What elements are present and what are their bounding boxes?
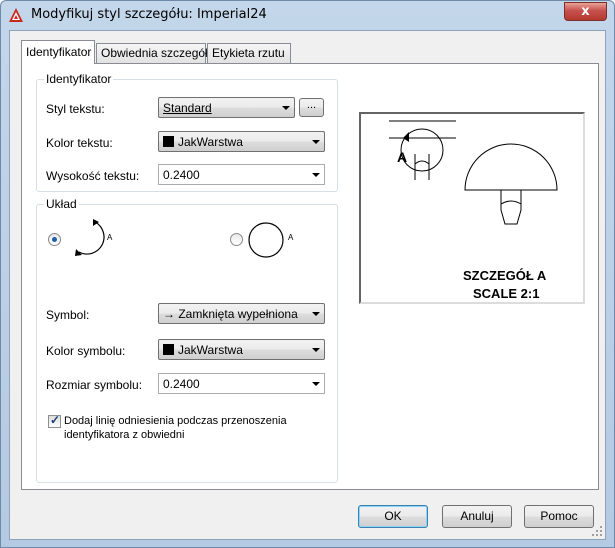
chevron-down-icon [307,304,324,323]
symbol-size-combobox[interactable]: 0.2400 [158,373,325,394]
title-bar[interactable]: Modyfikuj styl szczegółu: Imperial24 x [1,1,614,29]
text-height-combobox[interactable]: 0.2400 [158,164,325,185]
layout-option-2-radio[interactable] [230,233,243,246]
dialog-window: Modyfikuj styl szczegółu: Imperial24 x I… [0,0,615,548]
leader-line-label-line1[interactable]: Dodaj linię odniesienia podczas przenosz… [64,415,287,427]
chevron-down-icon [307,374,324,393]
preview-marker-letter: A [397,149,408,165]
tab-etykieta-rzutu[interactable]: Etykieta rzutu [207,43,291,63]
text-color-value: JakWarstwa [178,135,243,149]
chevron-down-icon [307,165,324,184]
layout-option-2-letter: A [288,233,294,242]
close-button[interactable]: x [564,2,607,21]
detail-preview: A SZCZEGÓŁ A SCALE 2:1 [359,112,585,304]
identifier-group-title: Identyfikator [44,72,114,86]
identifier-group: Identyfikator Styl tekstu: Standard ... … [36,72,338,192]
symbol-color-value: JakWarstwa [178,343,243,357]
layout-group: Układ A A Symbol: → Zamknięta wypełniona [36,197,338,483]
leader-line-label-line2[interactable]: identyfikatora z obwiedni [64,429,184,441]
text-style-browse-button[interactable]: ... [299,98,324,117]
dialog-client-area: Identyfikator Obwiednia szczegółu Etykie… [9,30,606,540]
close-icon: x [581,4,590,19]
text-style-dropdown[interactable]: Standard [158,97,295,118]
symbol-value: Zamknięta wypełniona [178,307,298,321]
leader-line-checkbox[interactable] [48,413,61,428]
symbol-color-dropdown[interactable]: JakWarstwa [158,339,325,360]
chevron-down-icon [307,340,324,359]
filled-arrow-icon: → [163,307,175,321]
tab-panel-identyfikator: Identyfikator Styl tekstu: Standard ... … [21,63,599,490]
window-title: Modyfikuj styl szczegółu: Imperial24 [31,7,267,22]
layout-option-1-radio[interactable] [48,233,61,246]
tab-identyfikator[interactable]: Identyfikator [21,40,95,64]
cancel-button[interactable]: Anuluj [442,505,512,528]
tab-obwiednia-szczegolu[interactable]: Obwiednia szczegółu [96,43,214,63]
symbol-dropdown[interactable]: → Zamknięta wypełniona [158,303,325,324]
text-height-label: Wysokość tekstu: [46,169,140,183]
ok-button[interactable]: OK [358,505,428,528]
help-button[interactable]: Pomoc [524,505,594,528]
preview-caption-line1: SZCZEGÓŁ A [463,268,547,283]
symbol-label: Symbol: [46,308,90,322]
chevron-down-icon [277,98,294,117]
layout-group-title: Układ [44,197,79,211]
symbol-size-value: 0.2400 [163,377,200,391]
chevron-down-icon [307,132,324,151]
callout-circle-icon [248,222,284,258]
color-swatch-icon [163,136,174,147]
resize-grip-icon[interactable] [591,525,603,537]
color-swatch-icon [163,344,174,355]
symbol-color-label: Kolor symbolu: [46,344,126,358]
text-color-label: Kolor tekstu: [46,136,113,150]
symbol-size-label: Rozmiar symbolu: [46,378,143,392]
text-height-value: 0.2400 [163,168,200,182]
text-style-value: Standard [163,101,212,115]
text-style-label: Styl tekstu: [46,102,105,116]
text-color-dropdown[interactable]: JakWarstwa [158,131,325,152]
autocad-app-icon [9,8,23,22]
preview-caption-line2: SCALE 2:1 [473,286,540,301]
layout-option-1-letter: A [107,233,113,242]
